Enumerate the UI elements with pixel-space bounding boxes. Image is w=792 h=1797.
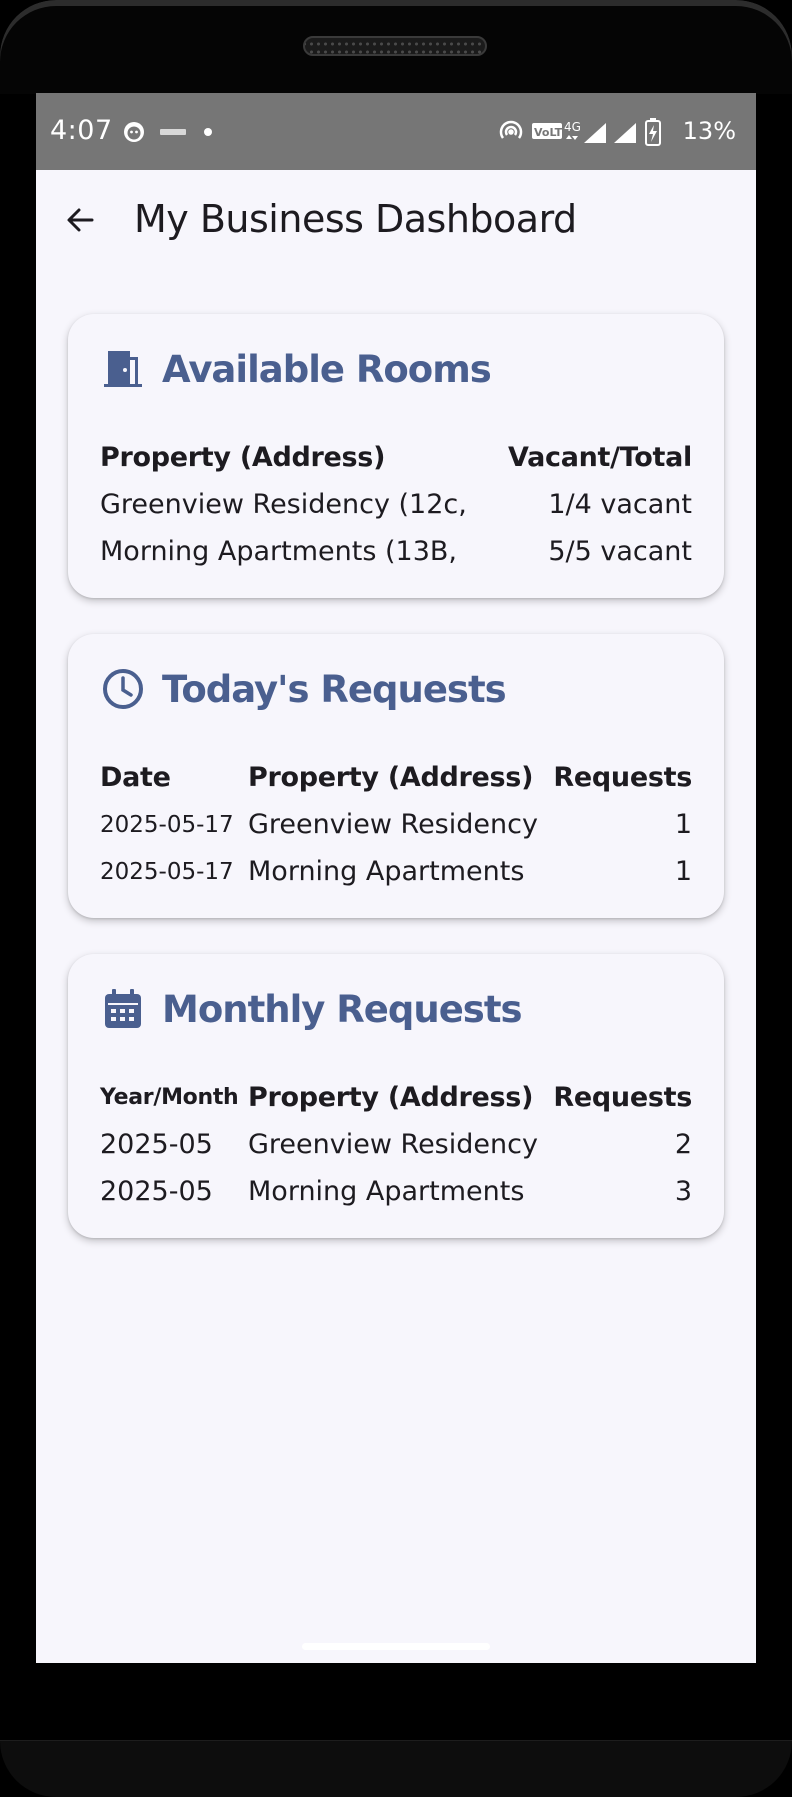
screen: 4:07 VoLTE 4G 13% My Business Dashboard … <box>36 93 756 1663</box>
phone-bottom-bezel <box>0 1740 792 1797</box>
card-header: Today's Requests <box>102 664 507 714</box>
back-button[interactable] <box>56 196 104 244</box>
property-cell: Greenview Residency <box>248 809 538 840</box>
vacancy-cell: 1/4 vacant <box>548 489 692 520</box>
requests-cell: 3 <box>674 1176 692 1207</box>
property-cell: Morning Apartments <box>248 1176 525 1207</box>
emoji-notification-icon <box>124 122 144 142</box>
signal-strength-1-icon <box>584 123 606 143</box>
network-type: 4G <box>564 120 581 134</box>
property-cell: Greenview Residency (12c, <box>100 489 467 520</box>
phone-top-bezel <box>0 0 792 94</box>
requests-cell: 1 <box>674 856 692 887</box>
card-title: Today's Requests <box>162 667 507 711</box>
vacancy-cell: 5/5 vacant <box>548 536 692 567</box>
earpiece-speaker <box>303 36 487 56</box>
calendar-icon <box>102 988 144 1030</box>
notification-icons <box>124 122 212 142</box>
status-time: 4:07 <box>50 115 113 146</box>
available-rooms-table: Property (Address) Vacant/Total Greenvie… <box>100 434 692 575</box>
table-row: 2025-05 Morning Apartments 3 <box>100 1168 692 1215</box>
arrow-back-icon <box>67 208 94 232</box>
column-header-property: Property (Address) <box>100 442 386 473</box>
card-title: Monthly Requests <box>162 987 523 1031</box>
table-row: Greenview Residency (12c, 1/4 vacant <box>100 481 692 528</box>
hotspot-icon <box>499 120 523 139</box>
requests-cell: 2 <box>674 1129 692 1160</box>
signal-strength-2-icon <box>614 123 636 143</box>
door-icon <box>102 348 144 390</box>
clock-icon <box>102 668 144 710</box>
signal-icons: VoLTE 4G <box>499 118 661 146</box>
property-cell: Morning Apartments (13B, <box>100 536 457 567</box>
status-notification-icons <box>122 119 242 145</box>
column-header-property: Property (Address) <box>248 762 534 793</box>
table-row: Morning Apartments (13B, 5/5 vacant <box>100 528 692 575</box>
property-cell: Morning Apartments <box>248 856 525 887</box>
monthly-requests-card: Monthly Requests Year/Month Property (Ad… <box>68 954 724 1238</box>
table-row: 2025-05 Greenview Residency 2 <box>100 1121 692 1168</box>
battery-icon <box>645 118 661 146</box>
month-cell: 2025-05 <box>100 1129 213 1160</box>
column-header-requests: Requests <box>553 1082 692 1113</box>
todays-requests-card: Today's Requests Date Property (Address)… <box>68 634 724 918</box>
app-notification-icon <box>160 129 186 135</box>
requests-cell: 1 <box>674 809 692 840</box>
available-rooms-card: Available Rooms Property (Address) Vacan… <box>68 314 724 598</box>
column-header-property: Property (Address) <box>248 1082 534 1113</box>
page-title: My Business Dashboard <box>134 197 577 241</box>
card-header: Available Rooms <box>102 344 492 394</box>
monthly-requests-table: Year/Month Property (Address) Requests 2… <box>100 1074 692 1215</box>
property-cell: Greenview Residency <box>248 1129 538 1160</box>
column-header-date: Date <box>100 762 171 793</box>
card-title: Available Rooms <box>162 347 492 391</box>
column-header-year-month: Year/Month <box>100 1085 239 1110</box>
table-header-row: Date Property (Address) Requests <box>100 754 692 801</box>
status-bar: 4:07 VoLTE 4G 13% <box>36 93 756 170</box>
table-header-row: Property (Address) Vacant/Total <box>100 434 692 481</box>
todays-requests-table: Date Property (Address) Requests 2025-05… <box>100 754 692 895</box>
table-header-row: Year/Month Property (Address) Requests <box>100 1074 692 1121</box>
table-row: 2025-05-17 Greenview Residency 1 <box>100 801 692 848</box>
column-header-requests: Requests <box>553 762 692 793</box>
battery-percent: 13% <box>682 117 736 145</box>
column-header-vacant-total: Vacant/Total <box>507 442 692 473</box>
month-cell: 2025-05 <box>100 1176 213 1207</box>
phone-frame: 4:07 VoLTE 4G 13% My Business Dashboard … <box>0 0 792 1797</box>
date-cell: 2025-05-17 <box>100 858 234 885</box>
app-bar: My Business Dashboard <box>36 170 756 282</box>
more-notifications-dot <box>204 128 212 136</box>
table-row: 2025-05-17 Morning Apartments 1 <box>100 848 692 895</box>
home-indicator[interactable] <box>302 1643 490 1650</box>
card-header: Monthly Requests <box>102 984 523 1034</box>
date-cell: 2025-05-17 <box>100 811 234 838</box>
